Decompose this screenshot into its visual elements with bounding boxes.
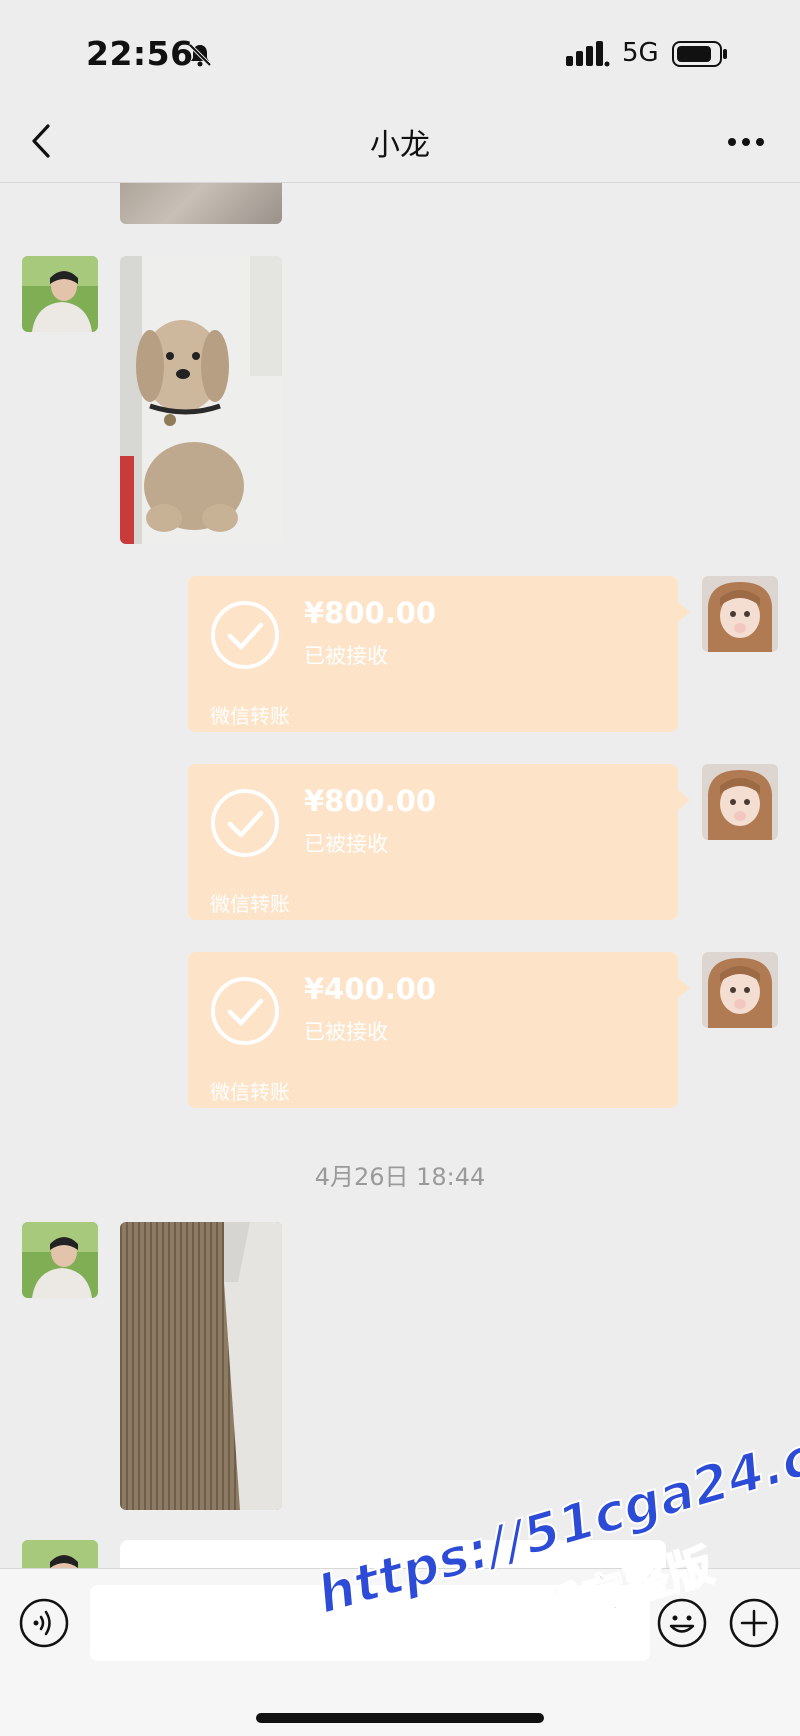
contact-avatar[interactable] <box>22 1222 98 1298</box>
nav-bar: 小龙 <box>0 100 800 183</box>
self-avatar[interactable] <box>702 764 778 840</box>
emoji-icon[interactable] <box>656 1597 708 1649</box>
transfer-card[interactable]: ¥800.00 已被接收 微信转账 <box>188 576 690 732</box>
transfer-source: 微信转账 <box>210 892 290 916</box>
transfer-amount: ¥800.00 <box>304 784 437 818</box>
transfer-status: 已被接收 <box>304 1020 388 1044</box>
voice-icon[interactable] <box>18 1597 70 1649</box>
transfer-status: 已被接收 <box>304 832 388 856</box>
checkmark-circle-icon <box>211 977 279 1045</box>
transfer-source: 微信转账 <box>210 704 290 728</box>
more-dots-icon[interactable] <box>726 136 766 148</box>
self-avatar[interactable] <box>702 952 778 1028</box>
chat-title: 小龙 <box>370 128 430 163</box>
transfer-source: 微信转账 <box>210 1080 290 1104</box>
dog-plush-photo[interactable] <box>120 256 282 544</box>
message-input[interactable] <box>90 1585 650 1661</box>
battery-icon <box>672 41 727 67</box>
transfer-card[interactable]: ¥400.00 已被接收 微信转账 <box>188 952 690 1108</box>
transfer-card[interactable]: ¥800.00 已被接收 微信转账 <box>188 764 690 920</box>
status-bar: 22:56 5G <box>0 0 800 100</box>
input-bar <box>0 1568 800 1736</box>
checkmark-circle-icon <box>211 789 279 857</box>
contact-avatar[interactable] <box>22 256 98 332</box>
checkmark-circle-icon <box>211 601 279 669</box>
chat-screen: 22:56 5G 小龙 ¥800.00 已被接收 微信转账 ¥800.00 已被… <box>0 0 800 1736</box>
network-type: 5G <box>622 38 659 68</box>
signal-icon <box>566 41 610 67</box>
transfer-amount: ¥800.00 <box>304 596 437 630</box>
transfer-amount: ¥400.00 <box>304 972 437 1006</box>
message-timestamp: 4月26日 18:44 <box>314 1163 486 1191</box>
bell-slash-icon <box>188 43 212 67</box>
wall-panel-photo[interactable] <box>120 1222 282 1510</box>
self-avatar[interactable] <box>702 576 778 652</box>
transfer-status: 已被接收 <box>304 644 388 668</box>
plus-icon[interactable] <box>728 1597 780 1649</box>
status-time: 22:56 <box>86 34 194 73</box>
home-indicator <box>256 1713 544 1723</box>
